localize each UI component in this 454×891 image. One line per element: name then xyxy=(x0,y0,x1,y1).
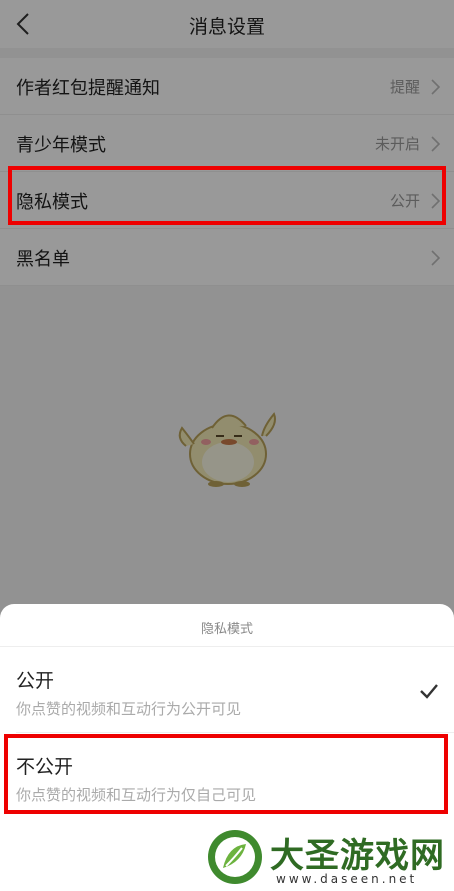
watermark-logo-icon xyxy=(208,830,262,884)
divider xyxy=(16,732,454,733)
highlight-box-private-option xyxy=(4,734,448,814)
watermark-url: www.daseen.net xyxy=(276,872,418,886)
sheet-title: 隐私模式 xyxy=(200,622,253,637)
option-title: 公开 xyxy=(16,670,55,692)
option-description: 你点赞的视频和互动行为公开可见 xyxy=(16,700,242,718)
dim-overlay-top xyxy=(0,0,454,48)
highlight-box-privacy-row xyxy=(8,166,446,225)
watermark-name: 大圣游戏网 xyxy=(270,836,445,876)
divider xyxy=(0,646,454,647)
option-public[interactable]: 公开 你点赞的视频和互动行为公开可见 xyxy=(0,650,454,732)
watermark: 大圣游戏网 www.daseen.net xyxy=(204,824,452,890)
checkmark-icon xyxy=(420,684,438,699)
